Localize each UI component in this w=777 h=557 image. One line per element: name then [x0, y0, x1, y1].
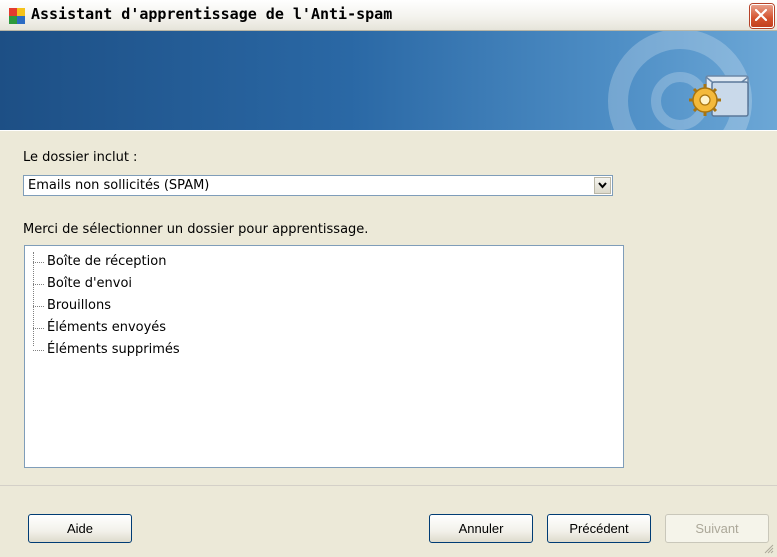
tree-item-label: Brouillons: [47, 298, 111, 313]
folder-type-value: Emails non sollicités (SPAM): [28, 178, 210, 193]
wizard-window: Assistant d'apprentissage de l'Anti-spam…: [0, 0, 777, 557]
previous-button[interactable]: Précédent: [547, 514, 651, 543]
tree-item-label: Éléments supprimés: [47, 342, 180, 357]
instruction-text: Merci de sélectionner un dossier pour ap…: [23, 222, 369, 237]
folder-type-select[interactable]: Emails non sollicités (SPAM): [23, 175, 613, 196]
mail-gear-icon: [689, 75, 749, 117]
dropdown-button[interactable]: [594, 177, 611, 194]
folder-label: Le dossier inclut :: [23, 150, 138, 165]
next-button[interactable]: Suivant: [665, 514, 769, 543]
cancel-button[interactable]: Annuler: [429, 514, 533, 543]
folder-tree[interactable]: Boîte de réception Boîte d'envoi Brouill…: [24, 245, 624, 468]
window-title: Assistant d'apprentissage de l'Anti-spam: [31, 5, 393, 23]
avg-app-icon: [9, 8, 25, 24]
help-button[interactable]: Aide: [28, 514, 132, 543]
tree-item-label: Éléments envoyés: [47, 320, 167, 335]
tree-item-label: Boîte d'envoi: [47, 276, 133, 291]
title-bar[interactable]: Assistant d'apprentissage de l'Anti-spam: [0, 0, 777, 31]
close-button[interactable]: [750, 4, 774, 28]
close-icon: [755, 9, 767, 21]
banner-divider: [0, 130, 777, 131]
chevron-down-icon: [598, 182, 607, 189]
tree-item-label: Boîte de réception: [47, 254, 167, 269]
tree-connector: [33, 252, 34, 346]
footer-separator: [0, 485, 777, 486]
header-banner: [0, 31, 777, 130]
resize-grip-icon[interactable]: [762, 542, 774, 554]
